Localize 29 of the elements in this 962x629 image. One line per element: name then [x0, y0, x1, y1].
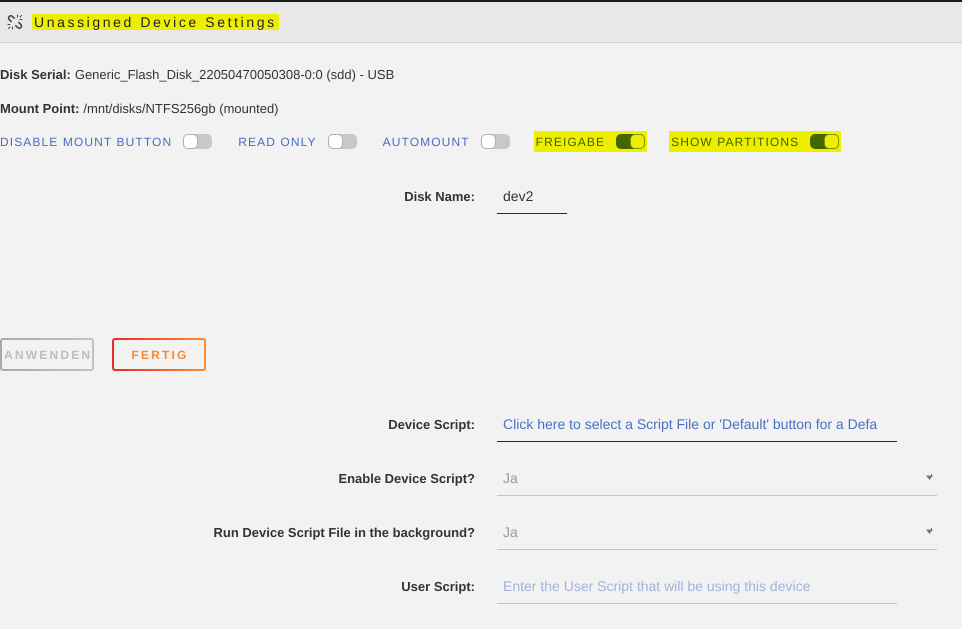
field-label: Run Device Script File in the background? — [214, 524, 475, 540]
info-value: Generic_Flash_Disk_22050470050308-0:0 (sdd) - USB — [74, 66, 394, 82]
select-field[interactable]: Ja — [497, 460, 937, 496]
toggle-label: DISABLE MOUNT BUTTON — [0, 134, 172, 148]
toggle-label: AUTOMOUNT — [382, 134, 470, 148]
toggle-switch[interactable] — [183, 134, 212, 149]
broken-link-icon — [7, 14, 23, 30]
caret-icon — [926, 474, 933, 481]
toggle-switch[interactable] — [810, 134, 840, 149]
file-picker-field[interactable]: Click here to select a Script File or 'Default' button for a Defa — [497, 406, 897, 442]
select-field[interactable]: Ja — [497, 514, 937, 550]
action-button[interactable]: FERTIG — [112, 338, 206, 371]
field-label: Enable Device Script? — [338, 470, 475, 486]
toggle-label: SHOW PARTITIONS — [671, 134, 800, 148]
toggle-label: FREIGABE — [536, 134, 606, 148]
info-label: Mount Point: — [0, 100, 80, 116]
toggle-label: READ ONLY — [238, 134, 317, 148]
field-label: Device Script: — [388, 416, 475, 432]
text-input[interactable]: Enter the User Script that will be using this device — [497, 568, 897, 604]
field-label: User Script: — [401, 578, 475, 594]
text-input[interactable]: dev2 — [497, 178, 567, 214]
toggle-switch[interactable] — [328, 134, 357, 149]
info-label: Disk Serial: — [0, 66, 71, 82]
page-title: Unassigned Device Settings — [32, 14, 279, 30]
info-value: /mnt/disks/NTFS256gb (mounted) — [83, 100, 278, 116]
field-label: Disk Name: — [404, 188, 475, 204]
caret-icon — [926, 528, 933, 535]
toggle-switch[interactable] — [616, 134, 646, 149]
toggle-switch[interactable] — [480, 134, 510, 149]
